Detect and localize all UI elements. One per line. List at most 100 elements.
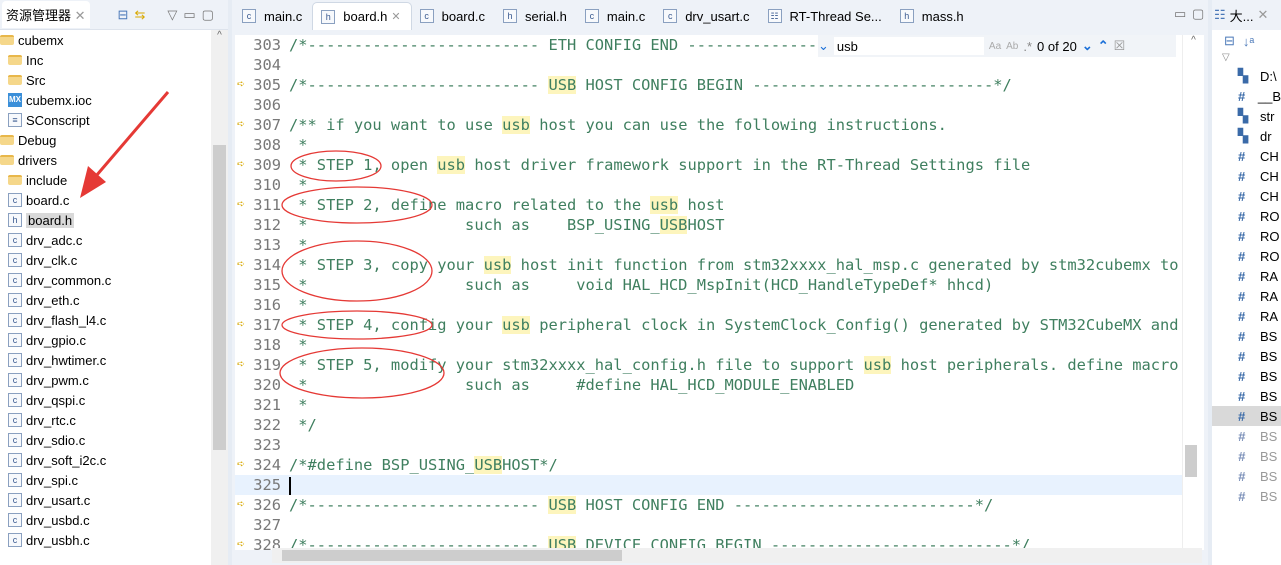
tree-item[interactable]: Src [0, 70, 210, 90]
editor-minimize-icon[interactable]: ▭ [1174, 6, 1186, 22]
outline-item[interactable]: # BS [1212, 446, 1281, 466]
tree-item[interactable]: h board.h [0, 210, 210, 230]
tree-item[interactable]: c drv_soft_i2c.c [0, 450, 210, 470]
outline-item[interactable]: # CH [1212, 146, 1281, 166]
find-next-icon[interactable]: ⌄ [1082, 38, 1093, 54]
tree-item[interactable]: MX cubemx.ioc [0, 90, 210, 110]
find-previous-icon[interactable]: ⌃ [1098, 38, 1109, 54]
outline-header: ☷ 大... ✕ [1212, 0, 1281, 30]
line-number: 305 ➪ [237, 76, 281, 94]
close-tab-icon[interactable]: ✕ [391, 10, 400, 23]
outline-item[interactable]: # RA [1212, 286, 1281, 306]
tree-item[interactable]: c drv_sdio.c [0, 430, 210, 450]
match-case-icon[interactable]: Aa [989, 41, 1001, 52]
tree-item[interactable]: c drv_eth.c [0, 290, 210, 310]
tab-board-c[interactable]: c board.c [412, 2, 495, 30]
line-number: 322 [253, 416, 281, 434]
view-menu-icon[interactable]: ▽ [167, 7, 177, 23]
outline-item[interactable]: # RO [1212, 206, 1281, 226]
outline-item[interactable]: # CH [1212, 186, 1281, 206]
outline-item[interactable]: # BS [1212, 346, 1281, 366]
outline-item-label: BS [1260, 388, 1278, 404]
tree-item[interactable]: c drv_adc.c [0, 230, 210, 250]
code-text: * STEP 4, config your [289, 316, 503, 334]
collapse-all-icon[interactable]: ⊟ [1224, 33, 1235, 49]
outline-item[interactable]: # BS [1212, 406, 1281, 426]
tree-item[interactable]: c drv_usbh.c [0, 530, 210, 550]
tree-item[interactable]: c board.c [0, 190, 210, 210]
code-line: 317 ➪ * STEP 4, config your usb periphera… [235, 315, 1201, 335]
minimize-icon[interactable]: ▭ [183, 7, 195, 23]
tree-item[interactable]: c drv_usart.c [0, 490, 210, 510]
find-bar: ⌄ Aa Ab .* 0 of 20 ⌄ ⌃ ☒ [818, 35, 1176, 57]
sort-icon[interactable]: ↓ᵃ [1243, 34, 1254, 49]
macro-icon: # [1238, 248, 1246, 264]
tab-serial-h[interactable]: h serial.h [495, 2, 577, 30]
outline-item[interactable]: ▚ D:\ [1212, 66, 1281, 86]
search-match: USB [548, 76, 577, 94]
tree-item[interactable]: Debug [0, 130, 210, 150]
tree-item[interactable]: c drv_gpio.c [0, 330, 210, 350]
tree-item[interactable]: include [0, 170, 210, 190]
collapse-all-icon[interactable]: ⊟ [118, 7, 129, 23]
tree-item[interactable]: c drv_spi.c [0, 470, 210, 490]
editor-maximize-icon[interactable]: ▢ [1192, 6, 1204, 22]
code-line: 311 ➪ * STEP 2, define macro related to t… [235, 195, 1201, 215]
outline-title[interactable]: 大... [1230, 6, 1254, 25]
tab-main-c[interactable]: c main.c [577, 2, 655, 30]
outline-item[interactable]: # RA [1212, 266, 1281, 286]
explorer-tab[interactable]: 资源管理器 ✕ [2, 1, 90, 28]
maximize-icon[interactable]: ▢ [202, 7, 214, 23]
close-icon[interactable]: ✕ [75, 8, 86, 23]
outline-item-label: RO [1260, 228, 1280, 244]
outline-item[interactable]: ▚ str [1212, 106, 1281, 126]
tree-item[interactable]: drivers [0, 150, 210, 170]
disabled-macro-icon: # [1238, 448, 1246, 464]
outline-item[interactable]: # BS [1212, 426, 1281, 446]
outline-item[interactable]: # BS [1212, 466, 1281, 486]
outline-item[interactable]: # RO [1212, 226, 1281, 246]
close-find-icon[interactable]: ☒ [1114, 38, 1126, 54]
tab-rt-thread-se-[interactable]: ☷ RT-Thread Se... [760, 2, 892, 30]
code-line: 314 ➪ * STEP 3, copy your usb host init f… [235, 255, 1201, 275]
tab-mass-h[interactable]: h mass.h [892, 2, 974, 30]
outline-item[interactable]: # BS [1212, 486, 1281, 506]
tab-board-h[interactable]: h board.h ✕ [312, 2, 412, 30]
outline-item[interactable]: # RO [1212, 246, 1281, 266]
outline-item[interactable]: # BS [1212, 366, 1281, 386]
find-input[interactable] [833, 37, 984, 55]
code-editor[interactable]: 303/*------------------------- ETH CONFI… [235, 35, 1201, 550]
outline-item[interactable]: ▚ dr [1212, 126, 1281, 146]
link-editor-icon[interactable]: ⇆ [134, 7, 145, 23]
outline-item[interactable]: # BS [1212, 386, 1281, 406]
tree-item[interactable]: c drv_pwm.c [0, 370, 210, 390]
regex-icon[interactable]: .* [1023, 39, 1032, 54]
tree-item[interactable]: c drv_qspi.c [0, 390, 210, 410]
outline-item[interactable]: # BS [1212, 326, 1281, 346]
tree-item[interactable]: c drv_hwtimer.c [0, 350, 210, 370]
tree-item[interactable]: c drv_flash_l4.c [0, 310, 210, 330]
tree-item[interactable]: c drv_rtc.c [0, 410, 210, 430]
whole-word-icon[interactable]: Ab [1006, 41, 1018, 52]
disabled-macro-icon: # [1238, 428, 1246, 444]
tree-item[interactable]: c drv_usbd.c [0, 510, 210, 530]
outline-item[interactable]: # __B [1212, 86, 1281, 106]
tree-item[interactable]: c drv_clk.c [0, 250, 210, 270]
outline-item[interactable]: # RA [1212, 306, 1281, 326]
line-number: 313 [253, 236, 281, 254]
outline-tree: ▚ D:\ # __B ▚ str ▚ dr # CH # CH # CH # RO # RO # RO # RA # RA #… [1212, 66, 1281, 506]
explorer-scrollbar[interactable]: ^ [211, 30, 228, 565]
tree-item[interactable]: c drv_common.c [0, 270, 210, 290]
outline-expand-icon[interactable]: ▽ [1212, 52, 1281, 66]
tree-item[interactable]: Inc [0, 50, 210, 70]
tab-drv-usart-c[interactable]: c drv_usart.c [655, 2, 759, 30]
tree-item[interactable]: ≡ SConscript [0, 110, 210, 130]
outline-item[interactable]: # CH [1212, 166, 1281, 186]
editor-horizontal-scrollbar[interactable] [272, 548, 1202, 563]
close-icon[interactable]: ✕ [1258, 7, 1269, 23]
tab-main-c[interactable]: c main.c [234, 2, 312, 30]
find-history-icon[interactable]: ⌄ [818, 38, 829, 54]
line-number: 319 ➪ [237, 356, 281, 374]
tree-item[interactable]: cubemx [0, 30, 210, 50]
editor-vertical-scrollbar[interactable]: ^ [1182, 35, 1204, 550]
